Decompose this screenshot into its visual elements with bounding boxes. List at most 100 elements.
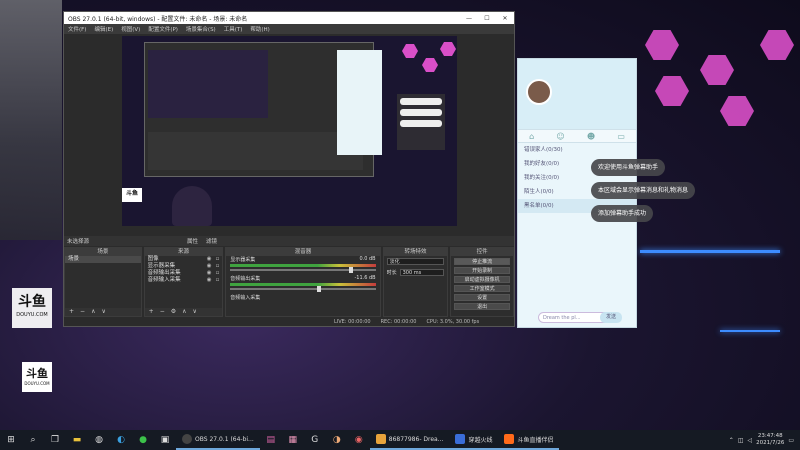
move-down-icon[interactable]: ∨ (101, 308, 105, 316)
taskbar-app-douyu[interactable]: 斗鱼直播伴侣 (498, 430, 560, 450)
studio-mode-button[interactable]: 工作室模式 (454, 285, 511, 292)
menu-file[interactable]: 文件(F) (68, 25, 86, 33)
sources-dock-toolbar: + − ⚙ ∧ ∨ (144, 308, 223, 316)
taskbar-app-dream[interactable]: 86877986- Drea... (369, 430, 450, 450)
contact-list: 错误家人(0/30) 我的好友(0/0) 我的关注(0/0) 陌生人(0/0) … (518, 143, 636, 213)
obs-preview[interactable]: 斗鱼 (122, 36, 457, 226)
chat-header (518, 59, 636, 129)
obs-icon (182, 434, 192, 444)
start-recording-button[interactable]: 开始录制 (454, 267, 511, 274)
source-item[interactable]: 音频输入采集 ◉ ▫ (145, 277, 223, 284)
network-icon[interactable]: ◫ (738, 437, 744, 444)
obs-window[interactable]: OBS 27.0.1 (64-bit, windows) - 配置文件: 未命名… (63, 11, 515, 327)
scenes-dock-toolbar: + − ∧ ∨ (65, 308, 141, 316)
neon-hex-decor (645, 30, 679, 60)
settings-button[interactable]: 设置 (454, 294, 511, 301)
volume-icon[interactable]: ◁ (748, 437, 753, 444)
contacts-icon[interactable]: ☺ (556, 132, 564, 141)
stop-streaming-button[interactable]: 停止推流 (454, 258, 511, 265)
douyu-logo-small: 斗鱼 DOUYU.COM (22, 362, 52, 392)
remove-icon[interactable]: − (160, 308, 165, 316)
close-button[interactable]: ✕ (496, 15, 514, 22)
app-icon[interactable]: ▤ (260, 430, 282, 450)
app-icon[interactable]: ◑ (326, 430, 348, 450)
danmu-bubble: 欢迎使用斗鱼弹幕助手 (591, 159, 666, 176)
clock-date: 2021/7/26 (756, 440, 785, 446)
app-icon[interactable]: ◉ (348, 430, 370, 450)
app-icon[interactable]: G (304, 430, 326, 450)
wechat-icon[interactable]: ● (132, 430, 154, 450)
mixer-channel: 显示器采集 0.0 dB (226, 256, 379, 273)
menu-tools[interactable]: 工具(T) (224, 25, 243, 33)
transitions-dock: 转场特效 淡化 时长 300 ms (382, 247, 449, 317)
source-item[interactable]: 音频输出采集 ◉ ▫ (145, 270, 223, 277)
move-up-icon[interactable]: ∧ (91, 308, 95, 316)
notification-icon[interactable]: ▭ (788, 437, 794, 444)
robot-figure (172, 186, 212, 226)
virtual-camera-button[interactable]: 启动虚拟摄像机 (454, 276, 511, 283)
volume-fader[interactable] (230, 267, 376, 273)
avatar[interactable] (526, 79, 552, 105)
neon-hex-decor (760, 30, 794, 60)
list-item[interactable]: 错误家人(0/30) (518, 143, 636, 157)
app-icon (455, 434, 466, 444)
maximize-button[interactable]: ☐ (478, 15, 496, 22)
file-explorer-icon[interactable]: ▬ (66, 430, 88, 450)
menu-scene-collection[interactable]: 场景集合(S) (186, 25, 216, 33)
duration-input[interactable]: 300 ms (399, 269, 445, 276)
group-icon[interactable]: ☻ (587, 132, 595, 141)
transition-select[interactable]: 淡化 (386, 258, 445, 265)
taskbar: ⊞ ⌕ ❐ ▬ ◍ ◐ ● ▣ OBS 27.0.1 (64-bi... ▤ ▦… (0, 430, 800, 450)
add-icon[interactable]: + (69, 308, 74, 316)
nested-danmu-bubbles (397, 94, 445, 150)
menu-view[interactable]: 视图(V) (121, 25, 140, 33)
message-icon[interactable]: ▭ (617, 132, 625, 141)
neon-hex-decor (655, 76, 689, 106)
douyu-logo: 斗鱼 DOUYU.COM (12, 288, 52, 328)
app-icon[interactable]: ▣ (154, 430, 176, 450)
volume-meter (230, 264, 376, 267)
source-toolbar: 未选择源 属性 滤镜 (64, 236, 514, 246)
menu-help[interactable]: 帮助(H) (250, 25, 269, 33)
nested-mixer (148, 132, 363, 170)
clock[interactable]: 23:47:48 2021/7/26 (756, 433, 784, 447)
neon-hex-decor (720, 96, 754, 126)
gear-icon[interactable]: ⚙ (171, 308, 176, 316)
duration-label: 时长 (386, 270, 397, 276)
steam-icon[interactable]: ◍ (88, 430, 110, 450)
windows-start-icon[interactable]: ⊞ (0, 430, 22, 450)
taskbar-app-obs[interactable]: OBS 27.0.1 (64-bi... (176, 430, 260, 450)
eye-icon: ◉ (206, 256, 212, 262)
nested-chat-panel (337, 50, 382, 155)
filters-button[interactable]: 滤镜 (206, 237, 217, 245)
remove-icon[interactable]: − (80, 308, 85, 316)
danmu-bubble: 添加弹幕助手成功 (591, 205, 654, 222)
obs-title-bar[interactable]: OBS 27.0.1 (64-bit, windows) - 配置文件: 未命名… (64, 12, 514, 24)
edge-icon[interactable]: ◐ (110, 430, 132, 450)
tray-icon[interactable]: ⌃ (729, 437, 734, 444)
send-button[interactable]: 发送 (600, 312, 622, 323)
neon-shelf (720, 330, 780, 332)
move-up-icon[interactable]: ∧ (182, 308, 186, 316)
home-icon[interactable]: ⌂ (529, 132, 534, 141)
source-item[interactable]: 显示器采集 ◉ ▫ (145, 263, 223, 270)
source-item[interactable]: 图像 ◉ ▫ (145, 256, 223, 263)
volume-meter (230, 283, 376, 286)
exit-button[interactable]: 退出 (454, 303, 511, 310)
properties-button[interactable]: 属性 (187, 237, 198, 245)
menu-profile[interactable]: 配置文件(P) (148, 25, 178, 33)
task-view-icon[interactable]: ❐ (44, 430, 66, 450)
menu-edit[interactable]: 编辑(E) (94, 25, 113, 33)
taskbar-app-crossfire[interactable]: 穿越火线 (449, 430, 499, 450)
minimize-button[interactable]: — (460, 15, 478, 22)
no-source-label: 未选择源 (67, 239, 90, 245)
volume-fader[interactable] (230, 286, 376, 292)
obs-window-title: OBS 27.0.1 (64-bit, windows) - 配置文件: 未命名… (68, 15, 248, 23)
add-icon[interactable]: + (149, 308, 154, 316)
app-icon[interactable]: ▦ (282, 430, 304, 450)
move-down-icon[interactable]: ∨ (193, 308, 197, 316)
scene-item[interactable]: 场景 (65, 256, 141, 263)
clock-time: 23:47:48 (757, 433, 783, 439)
search-icon[interactable]: ⌕ (22, 430, 44, 450)
nested-preview (148, 50, 268, 118)
